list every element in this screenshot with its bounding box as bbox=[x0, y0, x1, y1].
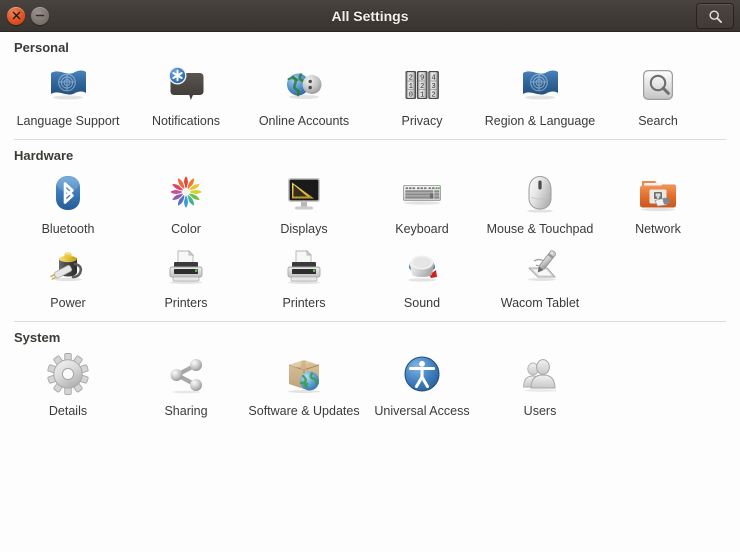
section-hardware: Hardware Bluetooth bbox=[0, 140, 740, 311]
grid-hardware: Bluetooth Color bbox=[0, 163, 740, 311]
displays-icon bbox=[280, 169, 328, 217]
settings-item-label: Displays bbox=[248, 222, 360, 237]
settings-item-label: Sound bbox=[366, 296, 478, 311]
settings-item-sound[interactable]: Sound bbox=[363, 237, 481, 311]
svg-text:2: 2 bbox=[431, 91, 435, 99]
settings-item-label: Users bbox=[484, 404, 596, 419]
power-icon bbox=[44, 243, 92, 291]
settings-item-wacom-tablet[interactable]: Wacom Tablet bbox=[481, 237, 599, 311]
settings-item-label: Network bbox=[602, 222, 714, 237]
svg-text:1: 1 bbox=[409, 83, 413, 91]
settings-item-users[interactable]: Users bbox=[481, 345, 599, 419]
settings-item-label: Wacom Tablet bbox=[484, 296, 596, 311]
svg-text:1: 1 bbox=[420, 91, 424, 99]
privacy-icon: 2 9 4 1 2 3 0 1 2 bbox=[398, 61, 446, 109]
region-language-icon bbox=[516, 61, 564, 109]
settings-item-label: Keyboard bbox=[366, 222, 478, 237]
language-support-icon bbox=[44, 61, 92, 109]
section-header-hardware: Hardware bbox=[0, 148, 740, 163]
universal-access-icon bbox=[398, 351, 446, 399]
svg-text:2: 2 bbox=[409, 74, 413, 82]
bluetooth-icon bbox=[44, 169, 92, 217]
window-titlebar: All Settings bbox=[0, 0, 740, 32]
sound-icon bbox=[398, 243, 446, 291]
settings-item-label: Color bbox=[130, 222, 242, 237]
settings-item-mouse-touchpad[interactable]: Mouse & Touchpad bbox=[481, 163, 599, 237]
keyboard-icon bbox=[398, 169, 446, 217]
settings-item-notifications[interactable]: Notifications bbox=[127, 55, 245, 129]
settings-item-label: Power bbox=[12, 296, 124, 311]
section-header-personal: Personal bbox=[0, 40, 740, 55]
minimize-button[interactable] bbox=[31, 7, 49, 25]
settings-item-privacy[interactable]: 2 9 4 1 2 3 0 1 2 bbox=[363, 55, 481, 129]
svg-text:2: 2 bbox=[420, 83, 424, 91]
search-button[interactable] bbox=[696, 3, 734, 29]
settings-item-label: Language Support bbox=[12, 114, 124, 129]
settings-item-printers-1[interactable]: Printers bbox=[127, 237, 245, 311]
settings-item-label: Printers bbox=[248, 296, 360, 311]
settings-item-online-accounts[interactable]: Online Accounts bbox=[245, 55, 363, 129]
details-icon bbox=[44, 351, 92, 399]
settings-item-label: Region & Language bbox=[484, 114, 596, 129]
settings-item-details[interactable]: Details bbox=[9, 345, 127, 419]
sharing-icon bbox=[162, 351, 210, 399]
window-title: All Settings bbox=[0, 8, 740, 24]
close-icon bbox=[12, 11, 21, 20]
settings-item-displays[interactable]: Displays bbox=[245, 163, 363, 237]
software-updates-icon bbox=[280, 351, 328, 399]
notifications-icon bbox=[162, 61, 210, 109]
svg-text:0: 0 bbox=[409, 91, 413, 99]
color-icon bbox=[162, 169, 210, 217]
close-button[interactable] bbox=[7, 7, 25, 25]
svg-text:3: 3 bbox=[431, 83, 435, 91]
settings-item-sharing[interactable]: Sharing bbox=[127, 345, 245, 419]
settings-item-label: Privacy bbox=[366, 114, 478, 129]
printers-icon bbox=[280, 243, 328, 291]
settings-item-keyboard[interactable]: Keyboard bbox=[363, 163, 481, 237]
settings-item-universal-access[interactable]: Universal Access bbox=[363, 345, 481, 419]
settings-item-label: Software & Updates bbox=[248, 404, 360, 419]
online-accounts-icon bbox=[280, 61, 328, 109]
printers-icon bbox=[162, 243, 210, 291]
settings-item-label: Bluetooth bbox=[12, 222, 124, 237]
search-icon bbox=[708, 9, 723, 24]
wacom-tablet-icon bbox=[516, 243, 564, 291]
svg-text:4: 4 bbox=[431, 74, 435, 82]
settings-item-bluetooth[interactable]: Bluetooth bbox=[9, 163, 127, 237]
settings-item-label: Mouse & Touchpad bbox=[484, 222, 596, 237]
svg-text:9: 9 bbox=[420, 74, 424, 82]
settings-item-software-updates[interactable]: Software & Updates bbox=[245, 345, 363, 419]
settings-content: Personal bbox=[0, 32, 740, 552]
settings-item-power[interactable]: Power bbox=[9, 237, 127, 311]
settings-item-label: Search bbox=[602, 114, 714, 129]
settings-item-language-support[interactable]: Language Support bbox=[9, 55, 127, 129]
settings-item-label: Notifications bbox=[130, 114, 242, 129]
settings-item-search[interactable]: Search bbox=[599, 55, 717, 129]
section-personal: Personal bbox=[0, 32, 740, 129]
settings-item-region-language[interactable]: Region & Language bbox=[481, 55, 599, 129]
settings-item-color[interactable]: Color bbox=[127, 163, 245, 237]
settings-item-label: Online Accounts bbox=[248, 114, 360, 129]
network-icon bbox=[634, 169, 682, 217]
minimize-icon bbox=[35, 11, 45, 20]
grid-personal: Language Support bbox=[0, 55, 740, 129]
settings-item-label: Printers bbox=[130, 296, 242, 311]
settings-item-label: Sharing bbox=[130, 404, 242, 419]
settings-item-label: Details bbox=[12, 404, 124, 419]
mouse-touchpad-icon bbox=[516, 169, 564, 217]
settings-item-label: Universal Access bbox=[366, 404, 478, 419]
settings-item-printers-2[interactable]: Printers bbox=[245, 237, 363, 311]
section-header-system: System bbox=[0, 330, 740, 345]
settings-item-network[interactable]: Network bbox=[599, 163, 717, 237]
section-system: System Details bbox=[0, 322, 740, 419]
users-icon bbox=[516, 351, 564, 399]
search-preferences-icon bbox=[634, 61, 682, 109]
grid-system: Details bbox=[0, 345, 740, 419]
